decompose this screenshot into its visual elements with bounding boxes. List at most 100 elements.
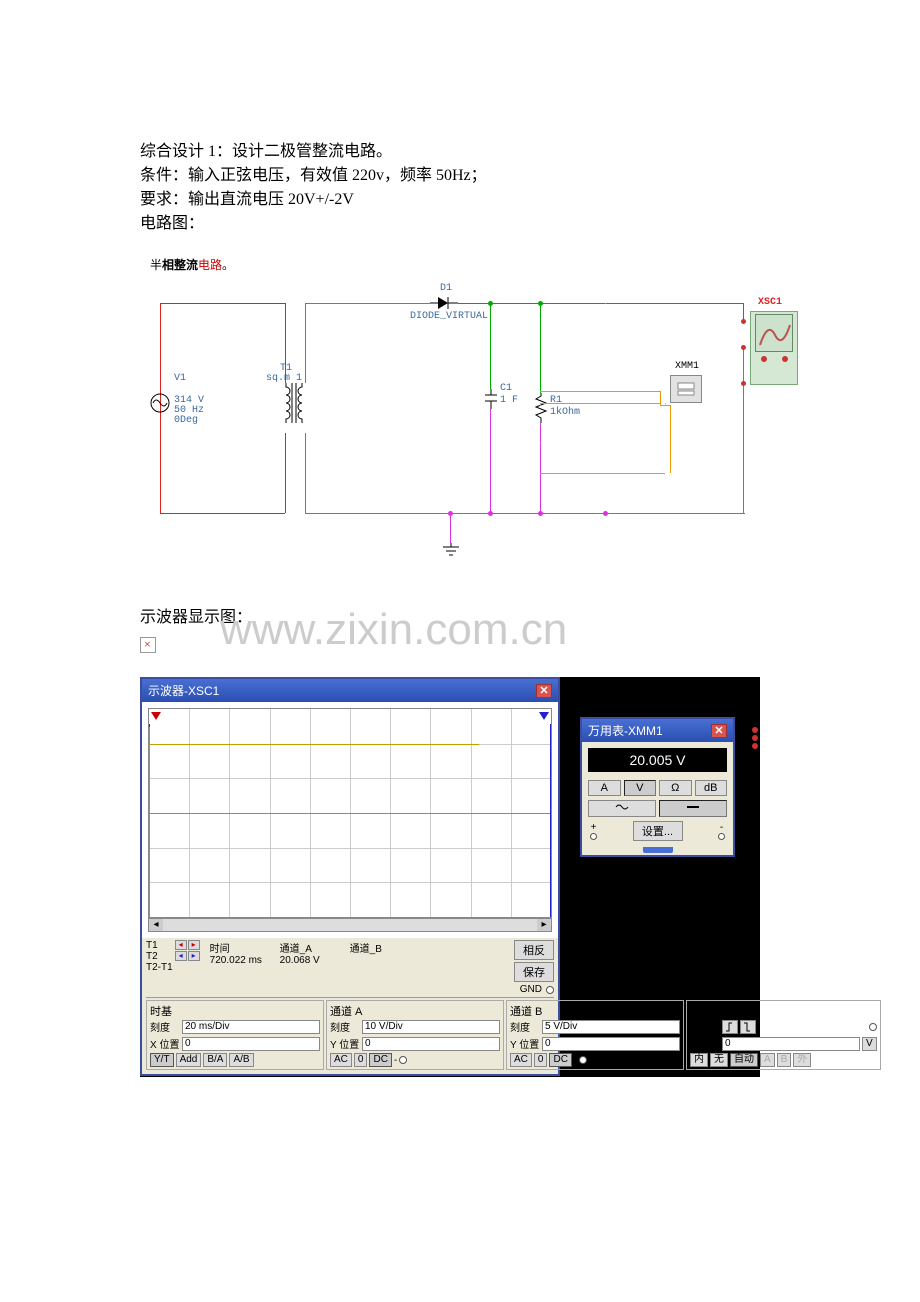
ground-icon <box>442 543 460 557</box>
chb-head: 通道 B <box>510 1003 542 1017</box>
cha-dc-button[interactable]: DC <box>369 1053 391 1067</box>
chb-ypos-label: Y 位置 <box>510 1036 540 1051</box>
level-input[interactable] <box>722 1037 860 1051</box>
chA-zero-line <box>149 727 150 917</box>
add-button[interactable]: Add <box>176 1053 202 1067</box>
edge-label: 沿 <box>690 1019 720 1034</box>
trigger-ext-terminal[interactable] <box>869 1023 877 1031</box>
gnd-label: GND <box>520 984 542 995</box>
node-c1-bot <box>488 511 493 516</box>
chb-ypos-input[interactable] <box>542 1037 680 1051</box>
tb-xpos-input[interactable] <box>182 1037 320 1051</box>
chb-dc-button[interactable]: DC <box>549 1053 571 1067</box>
trg-auto-button[interactable]: 自动 <box>730 1053 758 1067</box>
ac-source-icon <box>150 393 170 413</box>
cha-neg: - <box>394 1055 397 1066</box>
meter-a-button[interactable]: A <box>588 780 621 796</box>
edge-fall-button[interactable] <box>740 1020 756 1034</box>
t1-label: T1 <box>146 940 173 951</box>
node-gnd <box>448 511 453 516</box>
oscilloscope-window: 示波器-XSC1 ✕ <box>140 677 560 1076</box>
multimeter-icon <box>676 381 696 397</box>
xsc1-instrument[interactable] <box>750 311 798 385</box>
capacitor-icon <box>483 389 499 409</box>
cha-ypos-label: Y 位置 <box>330 1036 360 1051</box>
t2-left-icon[interactable]: ◂ <box>175 951 187 961</box>
meter-drag-handle[interactable] <box>643 847 673 853</box>
cha-scale-label: 刻度 <box>330 1019 360 1034</box>
close-icon[interactable]: ✕ <box>536 684 552 698</box>
yt-button[interactable]: Y/T <box>150 1053 174 1067</box>
scope-scrollbar[interactable]: ◂ ▸ <box>148 918 552 932</box>
meter-db-button[interactable]: dB <box>695 780 728 796</box>
meter-dc-button[interactable] <box>659 800 727 817</box>
t1-left-icon[interactable]: ◂ <box>175 940 187 950</box>
cha-header: 通道_A <box>280 940 312 955</box>
meter-close-icon[interactable]: ✕ <box>711 724 727 738</box>
dc-line-icon <box>686 802 700 812</box>
circuit-diagram: V1 314 V 50 Hz 0Deg T1 sq.m 1 D1 DIODE_V… <box>140 283 820 573</box>
cha-ac-button[interactable]: AC <box>330 1053 352 1067</box>
xmm1-instrument[interactable] <box>670 375 702 403</box>
t1-right-icon[interactable]: ▸ <box>188 940 200 950</box>
scope-title-bar[interactable]: 示波器-XSC1 ✕ <box>142 679 558 702</box>
timebase-header: 时基 <box>150 1003 172 1017</box>
reverse-button[interactable]: 相反 <box>514 940 554 960</box>
t1-time: 720.022 ms <box>210 955 262 966</box>
meter-ohm-button[interactable]: Ω <box>659 780 692 796</box>
trg-none-button[interactable]: 无 <box>710 1053 728 1067</box>
level-label: 水平 <box>690 1036 720 1051</box>
trg-ext-button[interactable]: 外 <box>793 1053 811 1067</box>
trg-int-button[interactable]: 内 <box>690 1053 708 1067</box>
gnd-radio[interactable] <box>546 986 554 994</box>
meter-ac-button[interactable] <box>588 800 656 817</box>
xsc1-terminal-mid <box>741 345 746 350</box>
trg-a-button[interactable]: A <box>760 1053 775 1067</box>
meter-minus-terminal[interactable] <box>718 833 725 840</box>
meter-plus-terminal[interactable] <box>590 833 597 840</box>
chb-0-button[interactable]: 0 <box>534 1053 548 1067</box>
meter-title-bar[interactable]: 万用表-XMM1 ✕ <box>582 719 733 742</box>
scroll-right-icon[interactable]: ▸ <box>537 919 551 931</box>
cha-0-button[interactable]: 0 <box>354 1053 368 1067</box>
xsc1-jack-b <box>782 356 788 362</box>
node-r1-bot <box>538 511 543 516</box>
meter-setup-button[interactable]: 设置... <box>633 821 683 841</box>
multimeter-window: 万用表-XMM1 ✕ 20.005 V A V Ω dB + <box>580 717 735 857</box>
scope-display[interactable] <box>148 708 552 918</box>
node-xsc-b <box>603 511 608 516</box>
doc-line-4: 电路图： <box>140 212 820 236</box>
cursor-t1-icon[interactable] <box>151 711 161 723</box>
oscilloscope-icon <box>756 315 794 353</box>
t1-cha: 20.068 V <box>280 955 320 966</box>
xmm1-label: XMM1 <box>675 361 699 372</box>
cha-head: 通道 A <box>330 1003 362 1017</box>
doc-line-2: 条件：输入正弦电压，有效值 220v，频率 50Hz； <box>140 164 820 188</box>
save-button[interactable]: 保存 <box>514 962 554 982</box>
xsc1-label: XSC1 <box>758 297 782 308</box>
trg-b-button[interactable]: B <box>777 1053 792 1067</box>
cha-terminal[interactable] <box>399 1056 407 1064</box>
d1-label: D1 <box>440 283 452 294</box>
chb-ac-button[interactable]: AC <box>510 1053 532 1067</box>
cha-scale-input[interactable] <box>362 1020 500 1034</box>
cursor-t2-icon[interactable] <box>539 711 549 723</box>
ba-button[interactable]: B/A <box>203 1053 227 1067</box>
trigger-head: 触发 <box>690 1003 712 1017</box>
scroll-left-icon[interactable]: ◂ <box>149 919 163 931</box>
c1-value: 1 F <box>500 395 518 406</box>
chb-header: 通道_B <box>350 940 382 955</box>
edge-rise-button[interactable] <box>722 1020 738 1034</box>
cha-ypos-input[interactable] <box>362 1037 500 1051</box>
d1-model: DIODE_VIRTUAL <box>410 311 488 322</box>
chb-scale-input[interactable] <box>542 1020 680 1034</box>
chb-terminal[interactable] <box>579 1056 587 1064</box>
c1-label: C1 <box>500 383 512 394</box>
meter-v-button[interactable]: V <box>624 780 657 796</box>
t2-right-icon[interactable]: ▸ <box>188 951 200 961</box>
chb-scale-label: 刻度 <box>510 1019 540 1034</box>
time-header: 时间 <box>210 940 230 955</box>
channel-a-panel: 通道 A 刻度 Y 位置 AC 0 DC <box>326 1000 504 1070</box>
tb-scale-input[interactable] <box>182 1020 320 1034</box>
ab-button[interactable]: A/B <box>229 1053 253 1067</box>
